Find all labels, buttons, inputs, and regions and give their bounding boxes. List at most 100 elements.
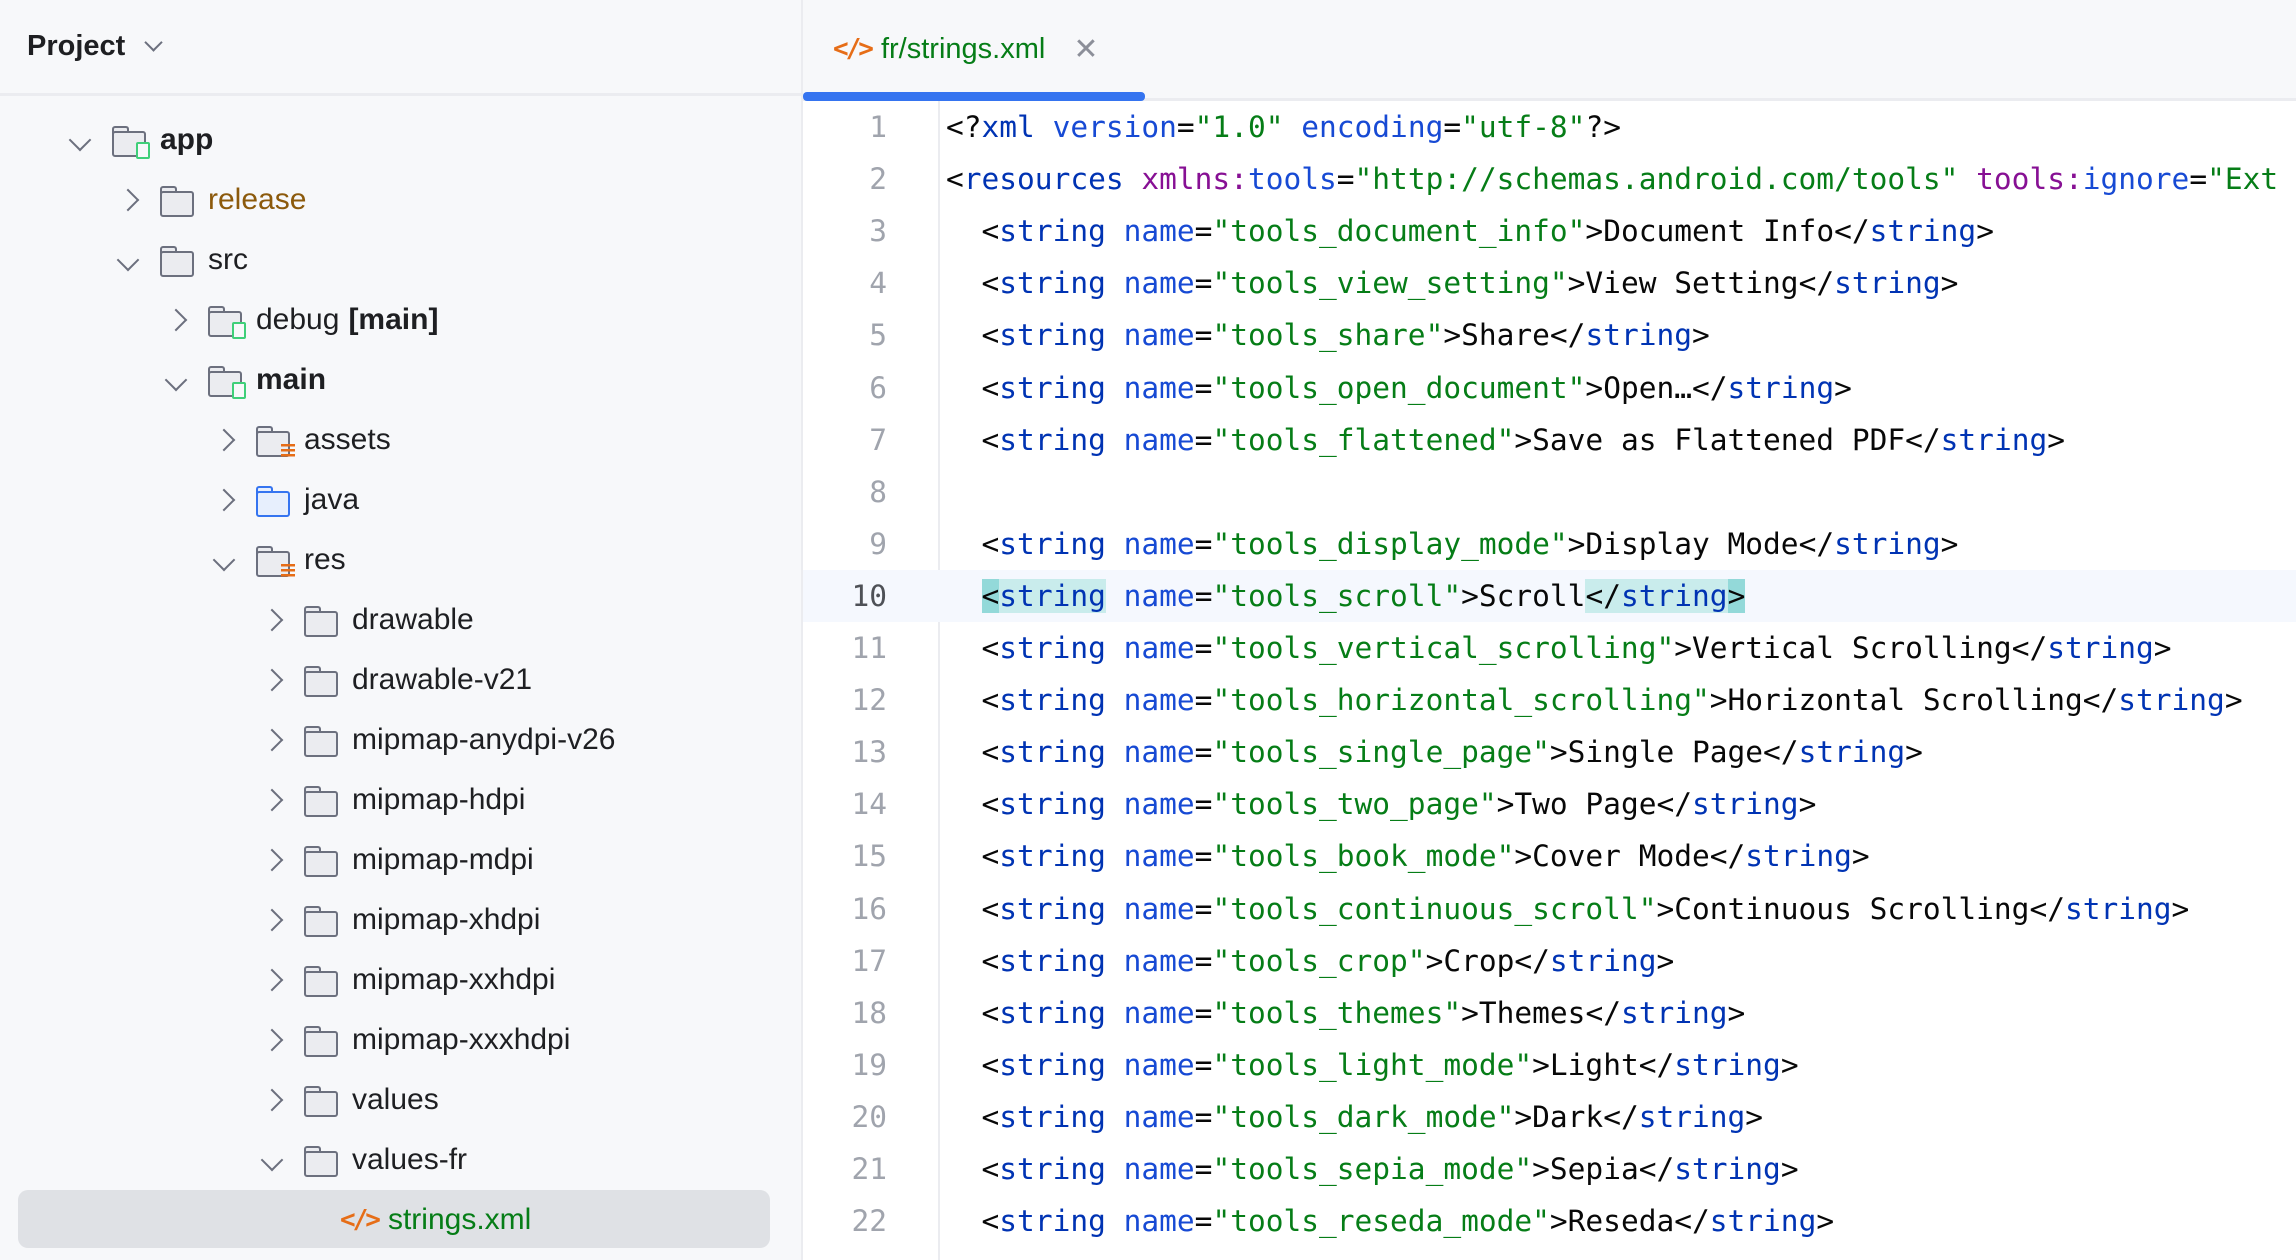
line-number[interactable]: 4	[803, 257, 887, 309]
code-line[interactable]: 20 <string name="tools_dark_mode">Dark</…	[803, 1091, 2296, 1143]
code-line[interactable]: 6 <string name="tools_open_document">Ope…	[803, 362, 2296, 414]
code-line[interactable]: 22 <string name="tools_reseda_mode">Rese…	[803, 1195, 2296, 1247]
code-line[interactable]: 12 <string name="tools_horizontal_scroll…	[803, 674, 2296, 726]
line-number[interactable]: 11	[803, 622, 887, 674]
line-number[interactable]: 14	[803, 778, 887, 830]
chevron-right-icon[interactable]	[260, 848, 284, 872]
line-number[interactable]: 8	[803, 466, 887, 518]
line-number[interactable]: 10	[803, 570, 887, 622]
line-number[interactable]: 9	[803, 518, 887, 570]
code-line[interactable]: 10 <string name="tools_scroll">Scroll</s…	[803, 569, 2296, 622]
tree-item-src[interactable]: src	[108, 230, 248, 290]
tree-item-release[interactable]: release	[108, 170, 306, 230]
tree-item-values-fr[interactable]: values-fr	[252, 1130, 467, 1190]
tree-toggle[interactable]	[252, 1088, 292, 1112]
line-number[interactable]: 18	[803, 987, 887, 1039]
tree-item-mipmap-hdpi[interactable]: mipmap-hdpi	[252, 770, 525, 830]
code-line[interactable]: 4 <string name="tools_view_setting">View…	[803, 257, 2296, 309]
tree-item-values[interactable]: values	[252, 1070, 439, 1130]
chevron-right-icon[interactable]	[260, 1088, 284, 1112]
code-line[interactable]: 9 <string name="tools_display_mode">Disp…	[803, 518, 2296, 570]
chevron-right-icon[interactable]	[212, 488, 236, 512]
line-number[interactable]: 17	[803, 935, 887, 987]
tab-fr-strings-xml[interactable]: </> fr/strings.xml ✕	[803, 0, 1145, 101]
code-line[interactable]: 2 <resources xmlns:tools="http://schemas.…	[803, 153, 2296, 205]
tree-item-mipmap-xxxhdpi[interactable]: mipmap-xxxhdpi	[252, 1010, 570, 1070]
line-number[interactable]: 7	[803, 414, 887, 466]
code-line[interactable]: 17 <string name="tools_crop">Crop</strin…	[803, 935, 2296, 987]
tree-toggle[interactable]	[252, 788, 292, 812]
chevron-down-icon[interactable]	[144, 33, 164, 52]
tree-toggle[interactable]	[108, 248, 148, 272]
tree-item-debug[interactable]: debug [main]	[156, 290, 438, 350]
tree-item-drawable[interactable]: drawable	[252, 590, 474, 650]
tree-toggle[interactable]	[252, 908, 292, 932]
close-tab-icon[interactable]: ✕	[1073, 32, 1098, 67]
tree-toggle[interactable]	[252, 1148, 292, 1172]
tree-item-strings-xml[interactable]: </> strings.xml	[300, 1190, 531, 1250]
chevron-right-icon[interactable]	[260, 788, 284, 812]
line-number[interactable]: 3	[803, 205, 887, 257]
code-line[interactable]: 1 <?xml version="1.0" encoding="utf-8"?>	[803, 101, 2296, 153]
tree-item-app[interactable]: app	[60, 110, 213, 170]
chevron-down-icon[interactable]	[116, 248, 140, 272]
line-number[interactable]: 13	[803, 726, 887, 778]
tree-toggle[interactable]	[108, 188, 148, 212]
code-line[interactable]: 3 <string name="tools_document_info">Doc…	[803, 205, 2296, 257]
line-number[interactable]: 6	[803, 362, 887, 414]
tree-toggle[interactable]	[60, 128, 100, 152]
tree-item-res[interactable]: res	[204, 530, 346, 590]
code-line[interactable]: 21 <string name="tools_sepia_mode">Sepia…	[803, 1143, 2296, 1195]
tree-toggle[interactable]	[156, 308, 196, 332]
chevron-right-icon[interactable]	[116, 188, 140, 212]
code-line[interactable]: 5 <string name="tools_share">Share</stri…	[803, 309, 2296, 361]
line-number[interactable]: 1	[803, 101, 887, 153]
tree-toggle[interactable]	[252, 968, 292, 992]
tree-toggle[interactable]	[252, 1028, 292, 1052]
tree-toggle[interactable]	[204, 428, 244, 452]
tree-item-assets[interactable]: assets	[204, 410, 391, 470]
chevron-right-icon[interactable]	[164, 308, 188, 332]
chevron-right-icon[interactable]	[260, 968, 284, 992]
chevron-right-icon[interactable]	[260, 908, 284, 932]
project-panel-header[interactable]: Project	[0, 0, 801, 96]
chevron-right-icon[interactable]	[260, 728, 284, 752]
tree-toggle[interactable]	[252, 728, 292, 752]
tree-toggle[interactable]	[252, 608, 292, 632]
code-line[interactable]: 18 <string name="tools_themes">Themes</s…	[803, 987, 2296, 1039]
chevron-down-icon[interactable]	[68, 128, 92, 152]
line-number[interactable]: 15	[803, 830, 887, 882]
code-line[interactable]: 14 <string name="tools_two_page">Two Pag…	[803, 778, 2296, 830]
code-line[interactable]: 8	[803, 466, 2296, 518]
line-number[interactable]: 19	[803, 1039, 887, 1091]
line-number[interactable]: 22	[803, 1195, 887, 1247]
tree-toggle[interactable]	[204, 548, 244, 572]
line-number[interactable]: 5	[803, 309, 887, 361]
chevron-right-icon[interactable]	[212, 428, 236, 452]
chevron-right-icon[interactable]	[260, 608, 284, 632]
code-line[interactable]: 13 <string name="tools_single_page">Sing…	[803, 726, 2296, 778]
line-number[interactable]: 21	[803, 1143, 887, 1195]
chevron-down-icon[interactable]	[212, 548, 236, 572]
code-line[interactable]: 15 <string name="tools_book_mode">Cover …	[803, 830, 2296, 882]
tree-item-mipmap-mdpi[interactable]: mipmap-mdpi	[252, 830, 534, 890]
tree-item-main[interactable]: main	[156, 350, 326, 410]
chevron-right-icon[interactable]	[260, 1028, 284, 1052]
project-view-title[interactable]: Project	[27, 30, 125, 63]
code-editor[interactable]: 1 <?xml version="1.0" encoding="utf-8"?> 2…	[803, 101, 2296, 1260]
tree-toggle[interactable]	[252, 848, 292, 872]
tree-toggle[interactable]	[156, 368, 196, 392]
tree-item-mipmap-anydpi-v26[interactable]: mipmap-anydpi-v26	[252, 710, 615, 770]
line-number[interactable]: 12	[803, 674, 887, 726]
tree-toggle[interactable]	[252, 668, 292, 692]
tree-item-mipmap-xxhdpi[interactable]: mipmap-xxhdpi	[252, 950, 555, 1010]
tree-toggle[interactable]	[204, 488, 244, 512]
tree-item-mipmap-xhdpi[interactable]: mipmap-xhdpi	[252, 890, 540, 950]
tree-item-drawable-v21[interactable]: drawable-v21	[252, 650, 532, 710]
line-number[interactable]: 2	[803, 153, 887, 205]
chevron-down-icon[interactable]	[260, 1148, 284, 1172]
code-line[interactable]: 16 <string name="tools_continuous_scroll…	[803, 883, 2296, 935]
line-number[interactable]: 20	[803, 1091, 887, 1143]
chevron-right-icon[interactable]	[260, 668, 284, 692]
line-number[interactable]: 16	[803, 883, 887, 935]
